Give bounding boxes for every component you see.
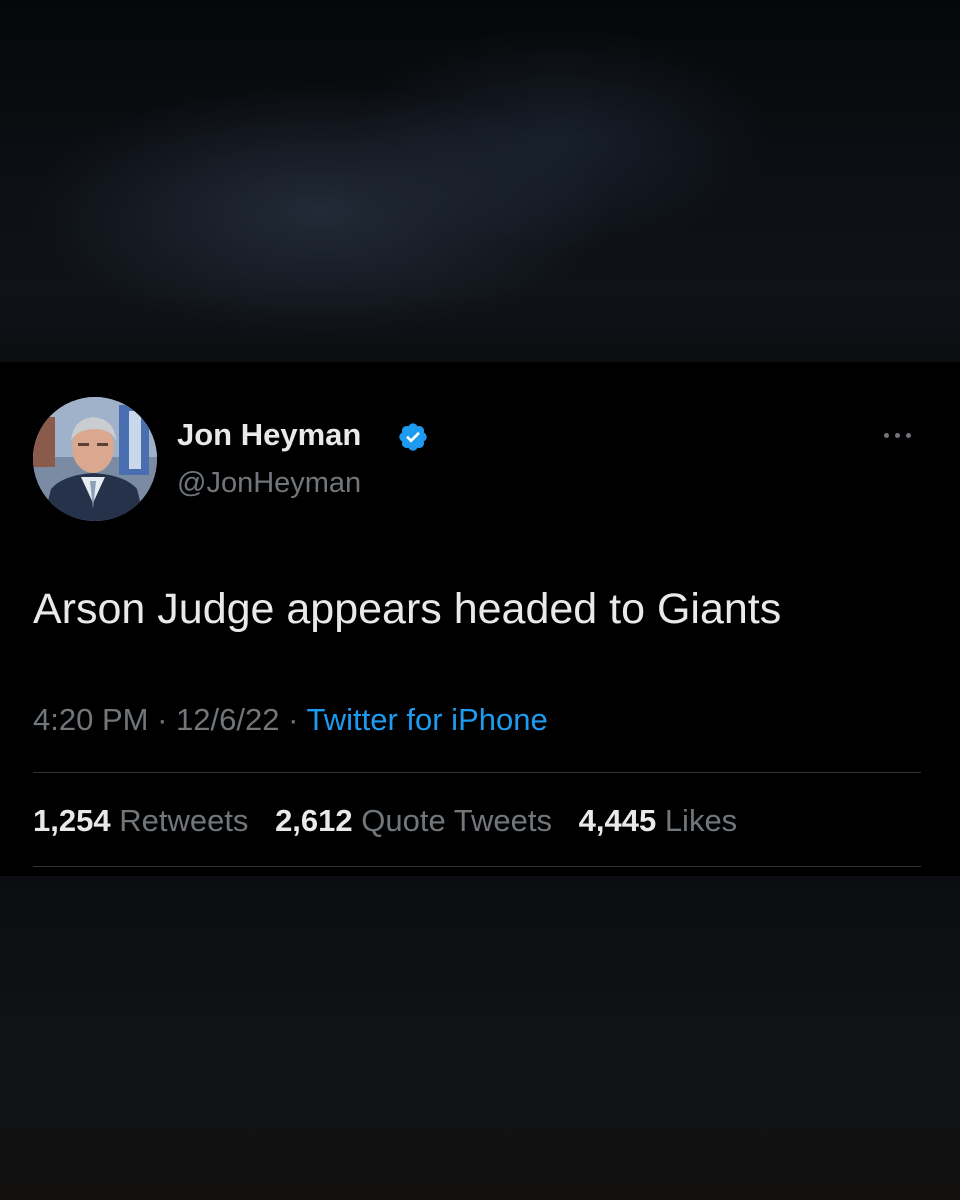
tweet-source-link[interactable]: Twitter for iPhone [306,702,547,737]
quote-tweets-stat[interactable]: 2,612 Quote Tweets [275,801,552,841]
tweet-metadata: 4:20 PM · 12/6/22 · Twitter for iPhone [33,700,548,740]
meta-separator: · [157,702,168,737]
verified-badge-icon [399,423,427,451]
tweet-date[interactable]: 12/6/22 [176,702,279,737]
tweet-text: Arson Judge appears headed to Giants [33,585,782,633]
retweets-label: Retweets [119,803,249,838]
tweet-time[interactable]: 4:20 PM [33,702,148,737]
author-handle[interactable]: @JonHeyman [177,463,361,503]
divider [33,866,921,867]
avatar[interactable] [33,397,157,521]
author-name[interactable]: Jon Heyman [177,415,361,455]
retweets-count: 1,254 [33,803,111,838]
screenshot-frame: Jon Heyman @JonHeyman Arson Judge appear… [0,0,960,1200]
retweets-stat[interactable]: 1,254 Retweets [33,801,248,841]
more-options-icon[interactable] [878,422,918,448]
likes-count: 4,445 [578,803,657,838]
quote-tweets-count: 2,612 [275,803,353,838]
engagement-stats: 1,254 Retweets 2,612 Quote Tweets 4,445 … [33,801,755,841]
blurred-background-top [0,0,960,362]
divider [33,772,921,773]
quote-tweets-label: Quote Tweets [361,803,552,838]
blurred-background-bottom [0,876,960,1200]
likes-stat[interactable]: 4,445 Likes [579,801,738,841]
likes-label: Likes [664,803,738,838]
profile-photo [33,397,157,521]
meta-separator: · [288,702,299,737]
